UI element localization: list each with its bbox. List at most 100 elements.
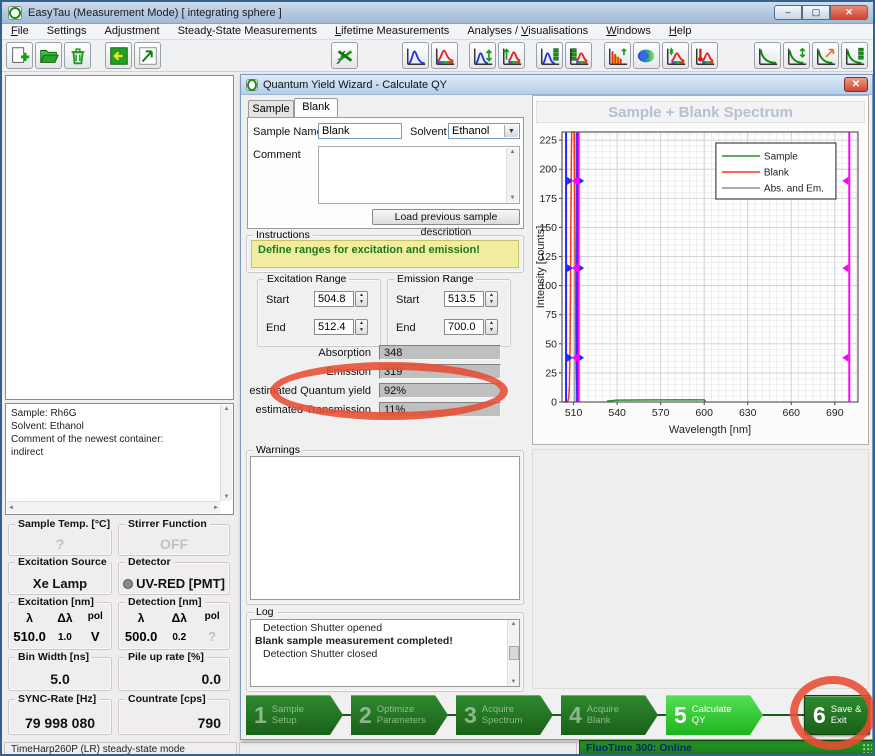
sample-name-label: Sample Name bbox=[253, 126, 323, 138]
toolbar bbox=[2, 40, 873, 72]
dialog-icon bbox=[246, 79, 258, 91]
svg-text:600: 600 bbox=[695, 407, 713, 419]
emission-spectrum-button[interactable] bbox=[431, 42, 458, 69]
horizontal-scrollbar[interactable]: ◄► bbox=[7, 501, 220, 513]
adjustment-tools-button[interactable] bbox=[331, 42, 358, 69]
svg-text:200: 200 bbox=[539, 164, 557, 176]
menu-adjustment[interactable]: Adjustment bbox=[96, 24, 169, 39]
title-bar: EasyTau (Measurement Mode) [ integrating… bbox=[2, 2, 873, 24]
svg-text:690: 690 bbox=[826, 407, 844, 419]
temperature-series-button[interactable] bbox=[691, 42, 718, 69]
estimated-transmission-label: estimated Transmission bbox=[241, 404, 371, 416]
svg-text:660: 660 bbox=[782, 407, 800, 419]
comment-textarea[interactable]: ▲▼ bbox=[318, 146, 520, 204]
sync-rate-label: SYNC-Rate [Hz] bbox=[15, 693, 99, 705]
menu-steady-state-measurements[interactable]: Steady-State Measurements bbox=[169, 24, 326, 39]
excitation-lambda-value: 510.0 bbox=[11, 629, 48, 644]
sample-name-input[interactable]: Blank bbox=[318, 123, 402, 139]
excitation-end-spinner[interactable]: 512.4▲▼ bbox=[314, 319, 368, 335]
menu-help[interactable]: Help bbox=[660, 24, 701, 39]
solvent-combobox[interactable]: Ethanol ▼ bbox=[448, 123, 520, 139]
sample-position-button[interactable] bbox=[134, 42, 161, 69]
contour-plot-button[interactable] bbox=[633, 42, 660, 69]
vertical-scrollbar[interactable]: ▲▼ bbox=[220, 405, 232, 501]
detector-indicator-icon bbox=[123, 579, 133, 589]
scroll-left-icon[interactable]: ◄ bbox=[8, 505, 14, 511]
scroll-right-icon[interactable]: ► bbox=[213, 505, 219, 511]
wizard-step-6-save-exit[interactable]: 6 Save &Exit bbox=[804, 695, 870, 735]
scroll-up-icon[interactable]: ▲ bbox=[224, 406, 230, 412]
svg-text:Abs. and Em.: Abs. and Em. bbox=[764, 184, 824, 195]
open-file-button[interactable] bbox=[35, 42, 62, 69]
bin-width-group: Bin Width [ns] 5.0 bbox=[8, 657, 112, 691]
sync-rate-group: SYNC-Rate [Hz] 79 998 080 bbox=[8, 699, 112, 735]
excitation-source-value: Xe Lamp bbox=[9, 576, 111, 591]
detector-group: Detector UV-RED [PMT] bbox=[118, 562, 230, 595]
resize-grip[interactable] bbox=[863, 744, 872, 753]
statusbar-fluotime-online: FluoTime 300: Online bbox=[579, 740, 875, 756]
dialog-close-button[interactable]: ✕ bbox=[844, 77, 868, 92]
menu-file[interactable]: File bbox=[2, 24, 38, 39]
menu-settings[interactable]: Settings bbox=[38, 24, 96, 39]
excitation-spectrum-button[interactable] bbox=[402, 42, 429, 69]
spectrum-chart[interactable]: 5105405706006306606900255075100125150175… bbox=[535, 126, 866, 442]
sync-rate-value: 79 998 080 bbox=[9, 715, 111, 731]
park-system-button[interactable] bbox=[105, 42, 132, 69]
sample-temp-group: Sample Temp. [°C] ? bbox=[8, 524, 112, 556]
excitation-delta-value: 1.0 bbox=[48, 632, 81, 644]
menu-analyses-visualisations[interactable]: Analyses / Visualisations bbox=[458, 24, 597, 39]
comment-scrollbar[interactable]: ▲▼ bbox=[506, 148, 518, 202]
scroll-down-icon[interactable]: ▼ bbox=[224, 494, 230, 500]
svg-text:630: 630 bbox=[739, 407, 757, 419]
anisotropy-button[interactable] bbox=[662, 42, 689, 69]
log-scrollbar[interactable]: ▲▼ bbox=[507, 620, 519, 686]
estimated-quantum-yield-value: 92% bbox=[379, 383, 501, 398]
close-button[interactable]: ✕ bbox=[830, 5, 868, 20]
wizard-step-1-sample-setup[interactable]: 1 SampleSetup bbox=[246, 695, 343, 735]
spectrum-chart-panel: Sample + Blank Spectrum 5105405706006306… bbox=[532, 95, 869, 445]
sample-info-line: Solvent: Ethanol bbox=[11, 420, 215, 433]
tab-blank[interactable]: Blank bbox=[294, 98, 338, 117]
menu-windows[interactable]: Windows bbox=[597, 24, 660, 39]
instructions-message: Define ranges for excitation and emissio… bbox=[251, 240, 519, 268]
decay-trex-button[interactable] bbox=[812, 42, 839, 69]
excitation-range-label: Excitation Range bbox=[264, 273, 349, 285]
decay-scan-button[interactable] bbox=[783, 42, 810, 69]
decay-button[interactable] bbox=[754, 42, 781, 69]
sample-info-panel: Sample: Rh6G Solvent: Ethanol Comment of… bbox=[5, 403, 234, 515]
minimize-button[interactable]: – bbox=[774, 5, 802, 20]
maximize-button[interactable]: ▢ bbox=[802, 5, 830, 20]
wizard-step-3-acquire-spectrum[interactable]: 3 AcquireSpectrum bbox=[456, 695, 553, 735]
wizard-step-bar: 1 SampleSetup 2 OptimizeParameters 3 Acq… bbox=[246, 695, 870, 735]
emission-scan-button[interactable] bbox=[498, 42, 525, 69]
log-line: Detection Shutter closed bbox=[253, 648, 505, 661]
log-line: Detection Shutter opened bbox=[253, 622, 505, 635]
wizard-step-4-acquire-blank[interactable]: 4 AcquireBlank bbox=[561, 695, 658, 735]
excitation-start-spinner[interactable]: 504.8▲▼ bbox=[314, 291, 368, 307]
new-measurement-button[interactable] bbox=[6, 42, 33, 69]
emission-series-button[interactable] bbox=[565, 42, 592, 69]
wizard-step-2-optimize-parameters[interactable]: 2 OptimizeParameters bbox=[351, 695, 448, 735]
menu-lifetime-measurements[interactable]: Lifetime Measurements bbox=[326, 24, 458, 39]
excitation-scan-button[interactable] bbox=[469, 42, 496, 69]
tab-sample[interactable]: Sample bbox=[248, 100, 294, 117]
detection-wavelength-group: Detection [nm] λ Δλ pol 500.0 0.2 ? bbox=[118, 602, 230, 650]
tcspc-histogram-button[interactable] bbox=[604, 42, 631, 69]
load-previous-sample-button[interactable]: Load previous sample description bbox=[372, 209, 520, 225]
svg-text:540: 540 bbox=[608, 407, 626, 419]
decay-series-button[interactable] bbox=[841, 42, 868, 69]
emission-end-spinner[interactable]: 700.0▲▼ bbox=[444, 319, 498, 335]
app-icon bbox=[8, 6, 22, 20]
wizard-step-5-calculate-qy[interactable]: 5 CalculateQY bbox=[666, 695, 763, 735]
delete-button[interactable] bbox=[64, 42, 91, 69]
quantum-yield-wizard-dialog: Quantum Yield Wizard - Calculate QY ✕ Sa… bbox=[240, 74, 873, 740]
emission-start-spinner[interactable]: 513.5▲▼ bbox=[444, 291, 498, 307]
chevron-down-icon[interactable]: ▼ bbox=[504, 125, 518, 137]
svg-text:75: 75 bbox=[545, 309, 557, 321]
svg-text:50: 50 bbox=[545, 338, 557, 350]
measurement-list-panel[interactable] bbox=[5, 75, 234, 400]
log-group: Log Detection Shutter openedBlank sample… bbox=[246, 612, 524, 692]
excitation-range-group: Excitation Range Start 504.8▲▼ End 512.4… bbox=[257, 279, 381, 347]
excitation-series-button[interactable] bbox=[536, 42, 563, 69]
bin-width-label: Bin Width [ns] bbox=[15, 651, 92, 663]
